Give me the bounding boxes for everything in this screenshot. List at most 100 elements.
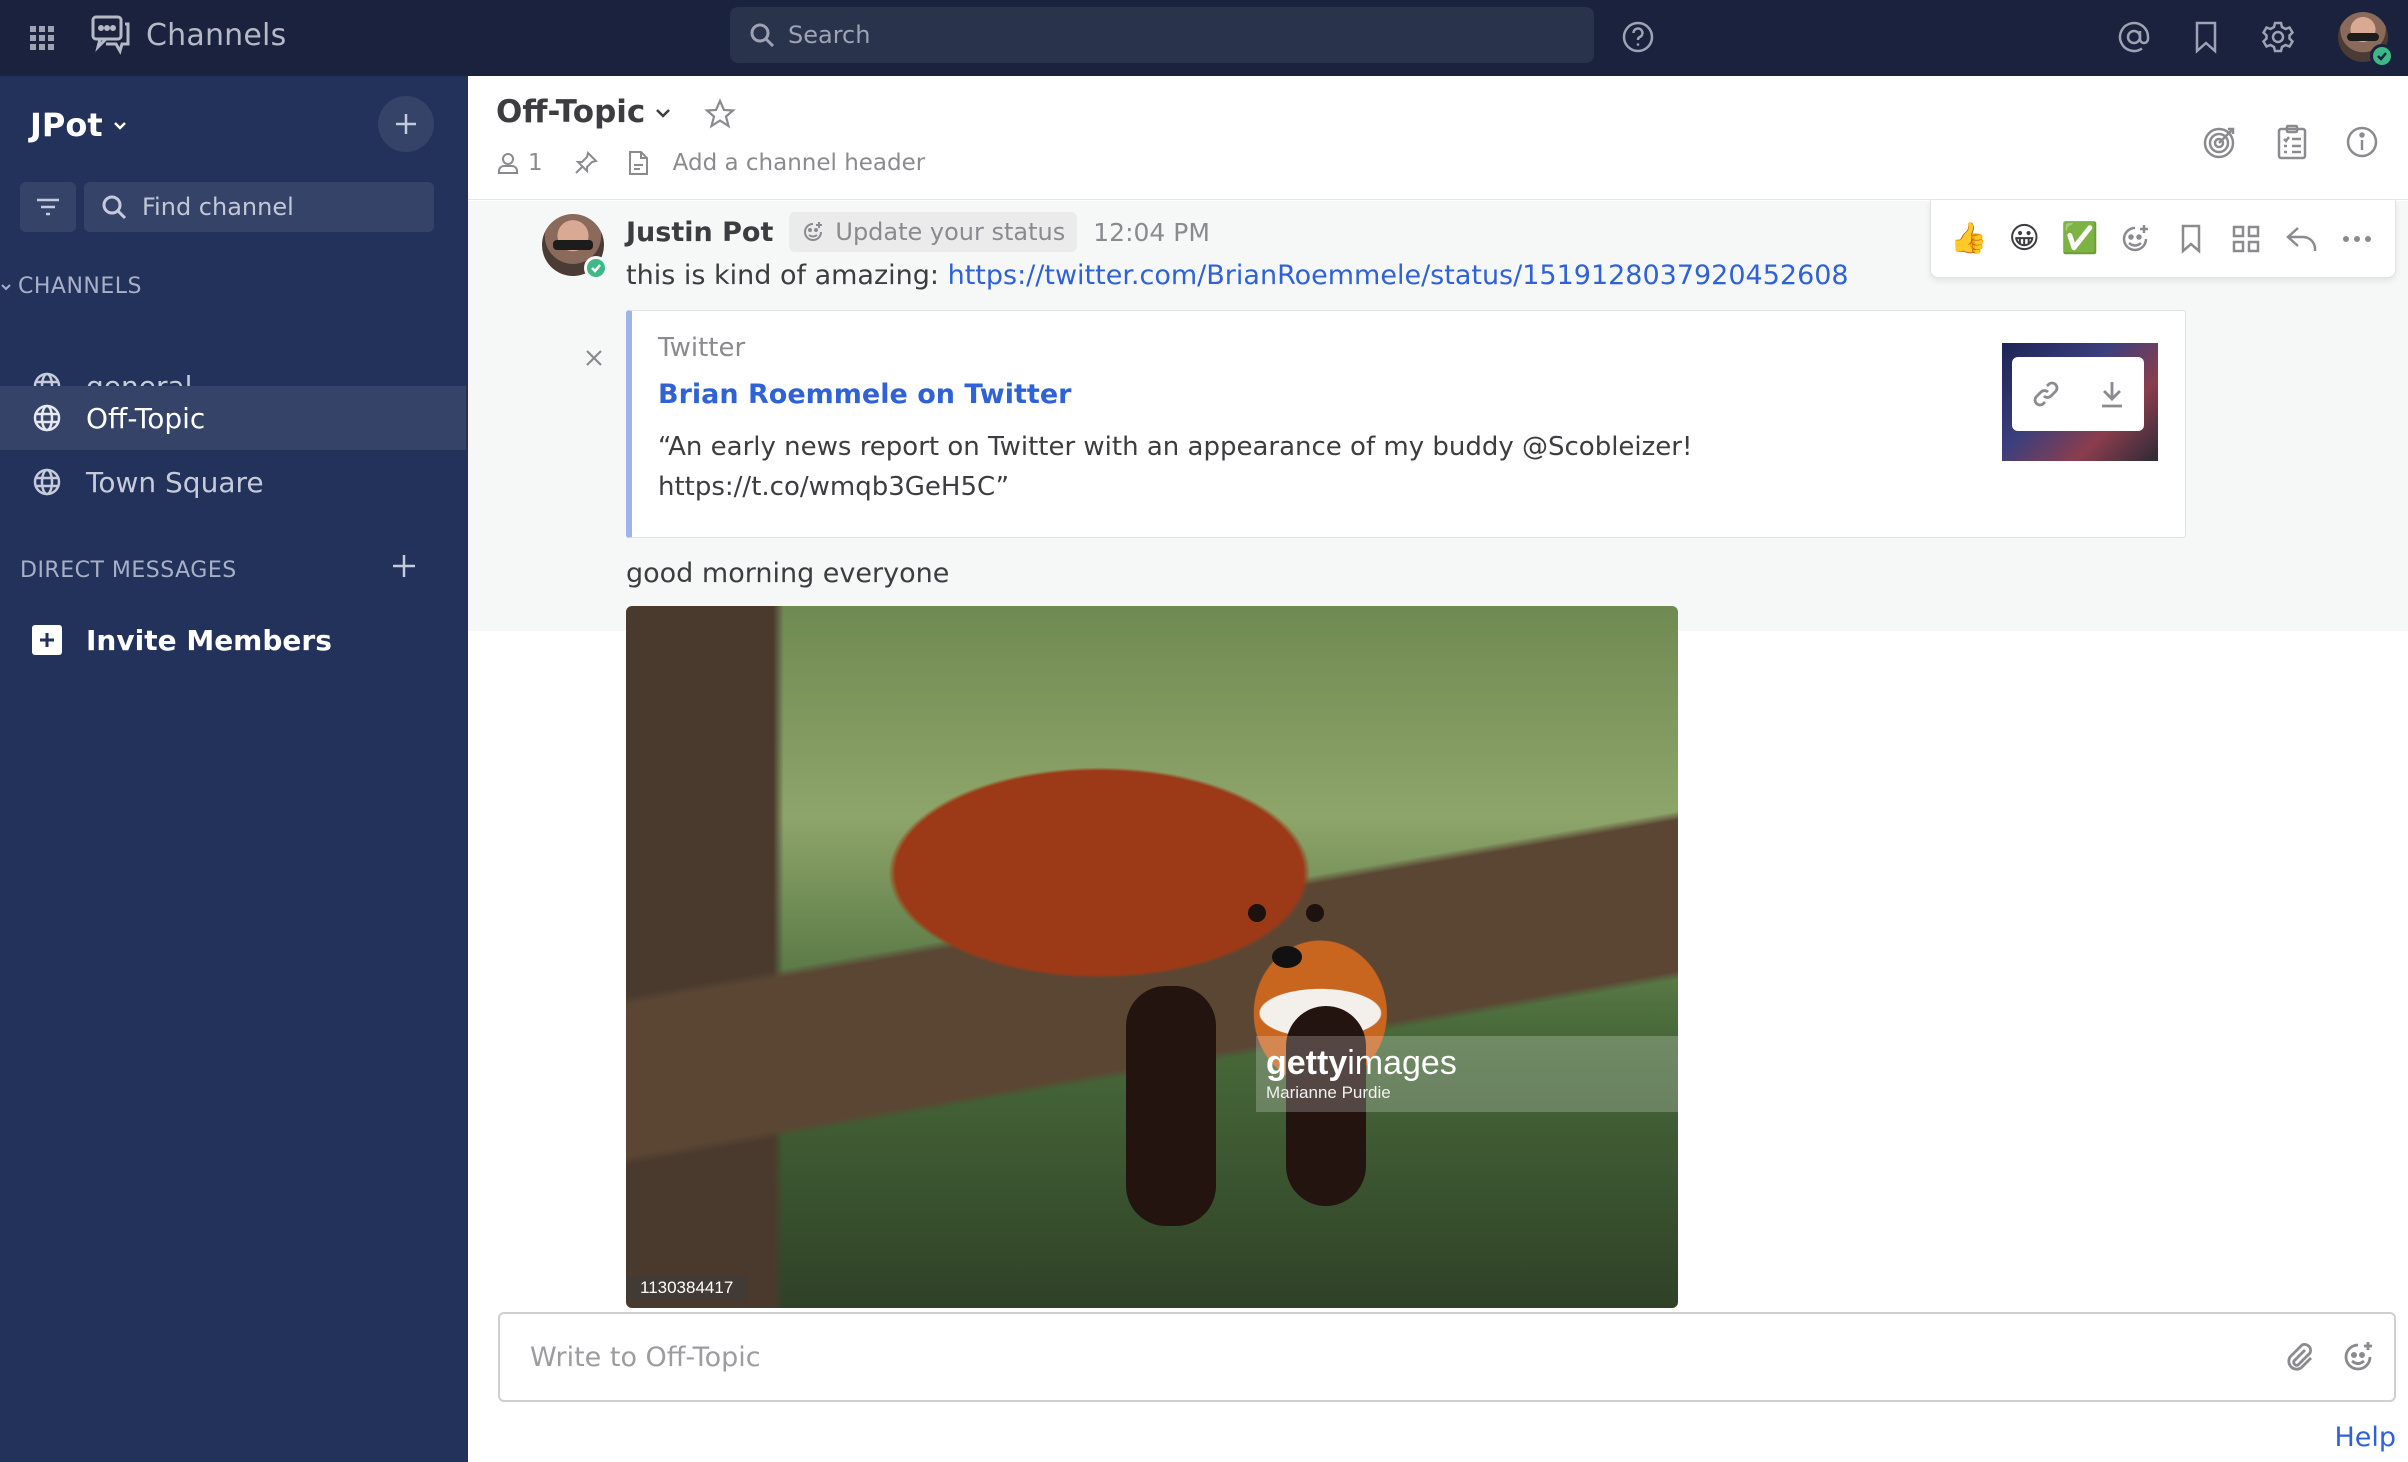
download-button[interactable]: [2098, 379, 2126, 409]
grid-icon: [30, 26, 54, 50]
help-link[interactable]: Help: [2334, 1422, 2396, 1453]
apps-grid-icon: [2233, 225, 2260, 252]
channel-info-button[interactable]: [2340, 120, 2384, 164]
channel-label: Town Square: [86, 465, 264, 499]
image-watermark: gettyimages Marianne Purdie: [1256, 1036, 1678, 1112]
add-direct-message-button[interactable]: [390, 552, 422, 584]
channel-meta: 1 Add a channel header: [496, 150, 925, 176]
recent-mentions-button[interactable]: [2114, 17, 2154, 57]
channel-label: Off-Topic: [86, 401, 206, 435]
preview-description: “An early news report on Twitter with an…: [658, 427, 1958, 507]
find-channel-input[interactable]: Find channel: [84, 182, 434, 232]
info-icon: [2346, 126, 2378, 158]
chat-bubbles-icon: [91, 15, 130, 55]
plus-icon: [396, 114, 416, 134]
react-check-mark-button[interactable]: ✅: [2058, 217, 2102, 261]
settings-button[interactable]: [2258, 17, 2298, 57]
plus-box-icon: [32, 625, 62, 655]
save-post-button[interactable]: [2169, 217, 2213, 261]
target-icon: [2203, 127, 2235, 159]
global-search-input[interactable]: Search: [730, 7, 1594, 63]
update-status-button[interactable]: Update your status: [789, 212, 1078, 252]
product-menu-button[interactable]: [26, 22, 58, 54]
favorite-button[interactable]: [704, 98, 736, 130]
channel-sidebar: JPot Find channel CHANNELS general Off-T…: [0, 76, 468, 1462]
mention-icon: [2118, 21, 2150, 53]
channels-section-label: CHANNELS: [18, 274, 142, 299]
add-channel-header-link[interactable]: Add a channel header: [673, 150, 926, 176]
playbooks-button[interactable]: [2198, 120, 2242, 164]
saved-messages-button[interactable]: [2186, 17, 2226, 57]
copy-link-button[interactable]: [2031, 379, 2061, 409]
team-menu-button[interactable]: JPot: [30, 106, 129, 144]
emoji-add-icon: [2344, 1342, 2372, 1371]
post-avatar-button[interactable]: [542, 214, 608, 280]
plus-icon: [393, 555, 415, 577]
online-status-icon: [584, 256, 608, 280]
reply-icon: [2285, 226, 2316, 251]
checklist-button[interactable]: [2270, 120, 2314, 164]
attach-file-button[interactable]: [2278, 1335, 2322, 1379]
chevron-down-icon: [1, 283, 11, 290]
add-reaction-icon: [2123, 224, 2149, 251]
globe-icon: [33, 468, 61, 496]
members-button[interactable]: 1: [496, 150, 543, 176]
add-reaction-button[interactable]: [2113, 217, 2157, 261]
direct-messages-section-label: DIRECT MESSAGES: [20, 558, 237, 583]
post-author[interactable]: Justin Pot: [626, 217, 773, 248]
image-detail: [1272, 946, 1302, 968]
file-icon: [628, 151, 648, 175]
more-actions-button[interactable]: [2335, 217, 2379, 261]
emoji-picker-button[interactable]: [2336, 1335, 2380, 1379]
chevron-down-icon: [656, 109, 671, 118]
sidebar-item-town-square[interactable]: Town Square: [0, 450, 466, 514]
direct-messages-section-toggle[interactable]: DIRECT MESSAGES: [20, 558, 237, 583]
channel-files-button[interactable]: [627, 150, 649, 176]
global-header: Channels Search: [0, 0, 2408, 76]
preview-thumbnail[interactable]: [2002, 343, 2158, 461]
filter-channels-button[interactable]: [20, 182, 76, 232]
globe-icon: [33, 404, 61, 432]
help-icon: [1622, 21, 1654, 53]
update-status-label: Update your status: [835, 218, 1066, 246]
emoji-add-icon: [804, 222, 823, 241]
more-icon: [2343, 235, 2372, 242]
react-grinning-button[interactable]: 😀: [2002, 217, 2046, 261]
online-status-icon: [2370, 44, 2394, 68]
filter-icon: [37, 198, 59, 216]
image-detail: [1248, 904, 1266, 922]
add-channel-button[interactable]: [378, 96, 434, 152]
remove-preview-button[interactable]: [578, 342, 610, 374]
pinned-messages-button[interactable]: [573, 150, 599, 176]
channel-menu-button[interactable]: Off-Topic: [496, 94, 673, 130]
channels-section-toggle[interactable]: CHANNELS: [0, 274, 142, 299]
help-button[interactable]: [1618, 17, 1658, 57]
image-detail: [1306, 904, 1324, 922]
post-message-text: good morning everyone: [626, 558, 950, 589]
link-icon: [2033, 381, 2058, 407]
composer-placeholder: Write to Off-Topic: [530, 1341, 761, 1373]
find-channel-placeholder: Find channel: [142, 193, 294, 221]
image-id-label: 1130384417: [626, 1276, 748, 1300]
message-composer-input[interactable]: Write to Off-Topic: [498, 1312, 2396, 1402]
close-icon: [586, 350, 602, 366]
apps-button[interactable]: [2224, 217, 2268, 261]
invite-members-button[interactable]: Invite Members: [0, 608, 466, 672]
post-timestamp[interactable]: 12:04 PM: [1093, 218, 1210, 247]
search-icon: [750, 23, 775, 48]
chevron-down-icon: [113, 122, 126, 130]
image-detail: [1126, 986, 1216, 1226]
reply-button[interactable]: [2280, 217, 2324, 261]
user-avatar-button[interactable]: [2338, 12, 2394, 68]
search-placeholder: Search: [788, 21, 871, 49]
preview-title-link[interactable]: Brian Roemmele on Twitter: [658, 379, 1071, 410]
bookmark-icon: [2195, 21, 2217, 54]
react-thumbs-up-button[interactable]: 👍: [1947, 217, 1991, 261]
team-name: JPot: [30, 106, 103, 144]
preview-description-line: https://t.co/wmqb3GeH5C”: [658, 472, 1010, 502]
channel-name: Off-Topic: [496, 94, 646, 130]
tweet-link[interactable]: https://twitter.com/BrianRoemmele/status…: [948, 260, 1849, 291]
red-panda-image-attachment[interactable]: gettyimages Marianne Purdie 1130384417: [626, 606, 1678, 1308]
post-message-text: this is kind of amazing:: [626, 260, 948, 291]
sidebar-item-off-topic[interactable]: Off-Topic: [0, 386, 466, 450]
